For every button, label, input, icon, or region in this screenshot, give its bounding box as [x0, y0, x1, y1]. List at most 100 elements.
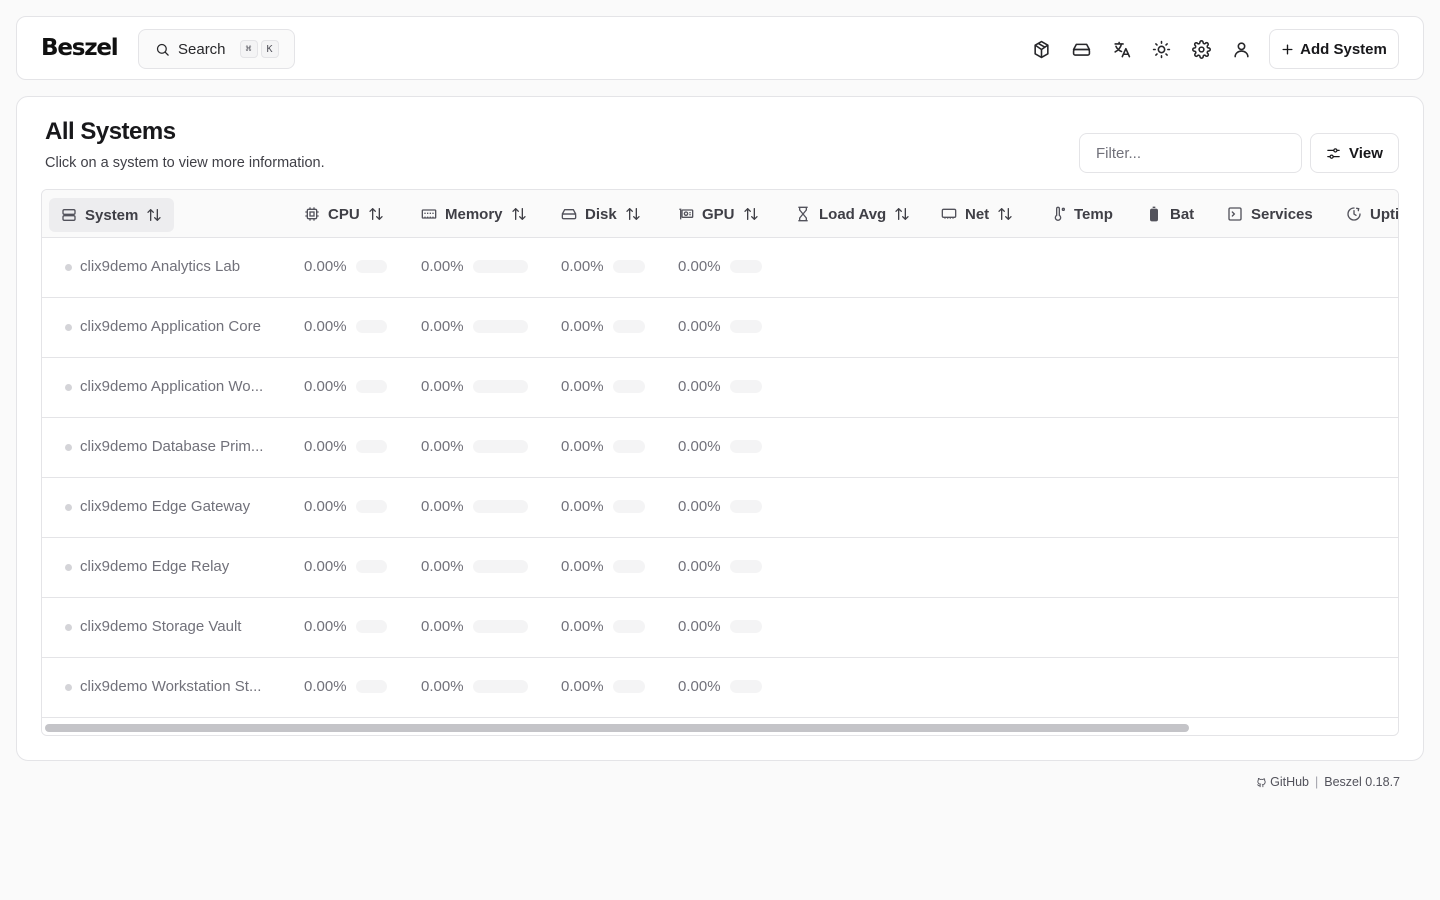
- add-system-button[interactable]: Add System: [1269, 29, 1399, 69]
- column-header-services[interactable]: Services: [1227, 190, 1313, 238]
- system-name[interactable]: clix9demo Storage Vault: [80, 618, 241, 635]
- memory-value: 0.00%: [421, 438, 464, 455]
- gpu-bar: [729, 380, 762, 393]
- cpu-cell: 0.00%: [304, 258, 387, 275]
- table-row[interactable]: clix9demo Analytics Lab 0.00% 0.00% 0.00…: [42, 238, 1398, 298]
- table-row[interactable]: clix9demo Storage Vault 0.00% 0.00% 0.00…: [42, 598, 1398, 658]
- system-name[interactable]: clix9demo Edge Gateway: [80, 498, 250, 515]
- cpu-cell: 0.00%: [304, 618, 387, 635]
- column-header-disk[interactable]: Disk: [561, 190, 641, 238]
- disk-cell: 0.00%: [561, 438, 645, 455]
- gpu-value: 0.00%: [678, 498, 721, 515]
- disk-bar: [612, 440, 645, 453]
- memory-cell: 0.00%: [421, 498, 528, 515]
- gpu-cell: 0.00%: [678, 438, 762, 455]
- scrollbar-thumb[interactable]: [45, 724, 1189, 732]
- system-name[interactable]: clix9demo Analytics Lab: [80, 258, 240, 275]
- user-icon[interactable]: [1229, 37, 1253, 61]
- disk-icon[interactable]: [1069, 37, 1093, 61]
- memory-bar: [472, 260, 528, 273]
- plus-icon: [1282, 43, 1293, 55]
- gpu-bar: [729, 320, 762, 333]
- search-button[interactable]: Search ⌘ K: [138, 29, 295, 69]
- gpu-bar: [729, 560, 762, 573]
- gpu-value: 0.00%: [678, 438, 721, 455]
- search-label: Search: [178, 40, 226, 58]
- table-row[interactable]: clix9demo Edge Gateway 0.00% 0.00% 0.00%…: [42, 478, 1398, 538]
- memory-bar: [472, 560, 528, 573]
- gpu-value: 0.00%: [678, 618, 721, 635]
- table-row[interactable]: clix9demo Application Core 0.00% 0.00% 0…: [42, 298, 1398, 358]
- memory-value: 0.00%: [421, 258, 464, 275]
- memory-cell: 0.00%: [421, 318, 528, 335]
- disk-bar: [612, 260, 645, 273]
- table-row[interactable]: clix9demo Workstation St... 0.00% 0.00% …: [42, 658, 1398, 718]
- system-name[interactable]: clix9demo Application Core: [80, 318, 261, 335]
- disk-value: 0.00%: [561, 318, 604, 335]
- gpu-value: 0.00%: [678, 378, 721, 395]
- column-header-uptime[interactable]: Upti: [1346, 190, 1398, 238]
- cpu-cell: 0.00%: [304, 438, 387, 455]
- server-icon: [61, 207, 77, 223]
- memory-value: 0.00%: [421, 378, 464, 395]
- table-row[interactable]: clix9demo Application Wo... 0.00% 0.00% …: [42, 358, 1398, 418]
- disk-cell: 0.00%: [561, 678, 645, 695]
- gpu-cell: 0.00%: [678, 258, 762, 275]
- horizontal-scrollbar[interactable]: [42, 720, 1398, 735]
- system-name[interactable]: clix9demo Edge Relay: [80, 558, 229, 575]
- system-name[interactable]: clix9demo Application Wo...: [80, 378, 263, 395]
- gpu-cell: 0.00%: [678, 378, 762, 395]
- column-header-net[interactable]: Net: [941, 190, 1013, 238]
- theme-icon[interactable]: [1149, 37, 1173, 61]
- systems-table: System CPU Memory Disk GPU Load Avg Net …: [41, 189, 1399, 736]
- cpu-bar: [355, 560, 387, 573]
- view-button[interactable]: View: [1310, 133, 1399, 173]
- memory-value: 0.00%: [421, 318, 464, 335]
- memory-bar: [472, 380, 528, 393]
- table-row[interactable]: clix9demo Database Prim... 0.00% 0.00% 0…: [42, 418, 1398, 478]
- language-icon[interactable]: [1109, 37, 1133, 61]
- sort-icon: [894, 206, 910, 222]
- view-label: View: [1349, 144, 1383, 162]
- gpu-bar: [729, 680, 762, 693]
- search-shortcut: ⌘ K: [237, 40, 279, 58]
- disk-cell: 0.00%: [561, 258, 645, 275]
- disk-bar: [612, 560, 645, 573]
- column-header-gpu[interactable]: GPU: [678, 190, 759, 238]
- settings-icon[interactable]: [1189, 37, 1213, 61]
- status-dot: [65, 384, 72, 391]
- disk-value: 0.00%: [561, 498, 604, 515]
- disk-value: 0.00%: [561, 618, 604, 635]
- column-header-bat[interactable]: Bat: [1146, 190, 1194, 238]
- sort-icon: [743, 206, 759, 222]
- sort-icon: [511, 206, 527, 222]
- memory-cell: 0.00%: [421, 618, 528, 635]
- column-label: System: [85, 206, 139, 224]
- memory-cell: 0.00%: [421, 558, 528, 575]
- column-header-system[interactable]: System: [49, 198, 175, 232]
- system-name[interactable]: clix9demo Workstation St...: [80, 678, 261, 695]
- app-logo[interactable]: Beszel: [41, 35, 119, 61]
- column-header-temp[interactable]: Temp: [1050, 190, 1113, 238]
- status-dot: [65, 444, 72, 451]
- filter-input[interactable]: [1079, 133, 1302, 173]
- containers-icon[interactable]: [1029, 37, 1053, 61]
- sort-icon: [368, 206, 384, 222]
- gpu-value: 0.00%: [678, 318, 721, 335]
- status-dot: [65, 264, 72, 271]
- column-header-cpu[interactable]: CPU: [304, 190, 384, 238]
- memory-cell: 0.00%: [421, 678, 528, 695]
- system-name[interactable]: clix9demo Database Prim...: [80, 438, 263, 455]
- github-link[interactable]: GitHub: [1270, 775, 1309, 789]
- table-row[interactable]: clix9demo Edge Relay 0.00% 0.00% 0.00% 0…: [42, 538, 1398, 598]
- shortcut-key-cmd: ⌘: [239, 40, 258, 58]
- column-header-load-avg[interactable]: Load Avg: [795, 190, 910, 238]
- column-header-memory[interactable]: Memory: [421, 190, 527, 238]
- page-title: All Systems: [45, 118, 176, 145]
- battery-icon: [1146, 206, 1162, 222]
- version-link[interactable]: Beszel 0.18.7: [1324, 775, 1400, 789]
- footer: GitHub | Beszel 0.18.7: [1256, 775, 1400, 789]
- sliders-icon: [1327, 147, 1340, 159]
- cpu-bar: [355, 680, 387, 693]
- status-dot: [65, 564, 72, 571]
